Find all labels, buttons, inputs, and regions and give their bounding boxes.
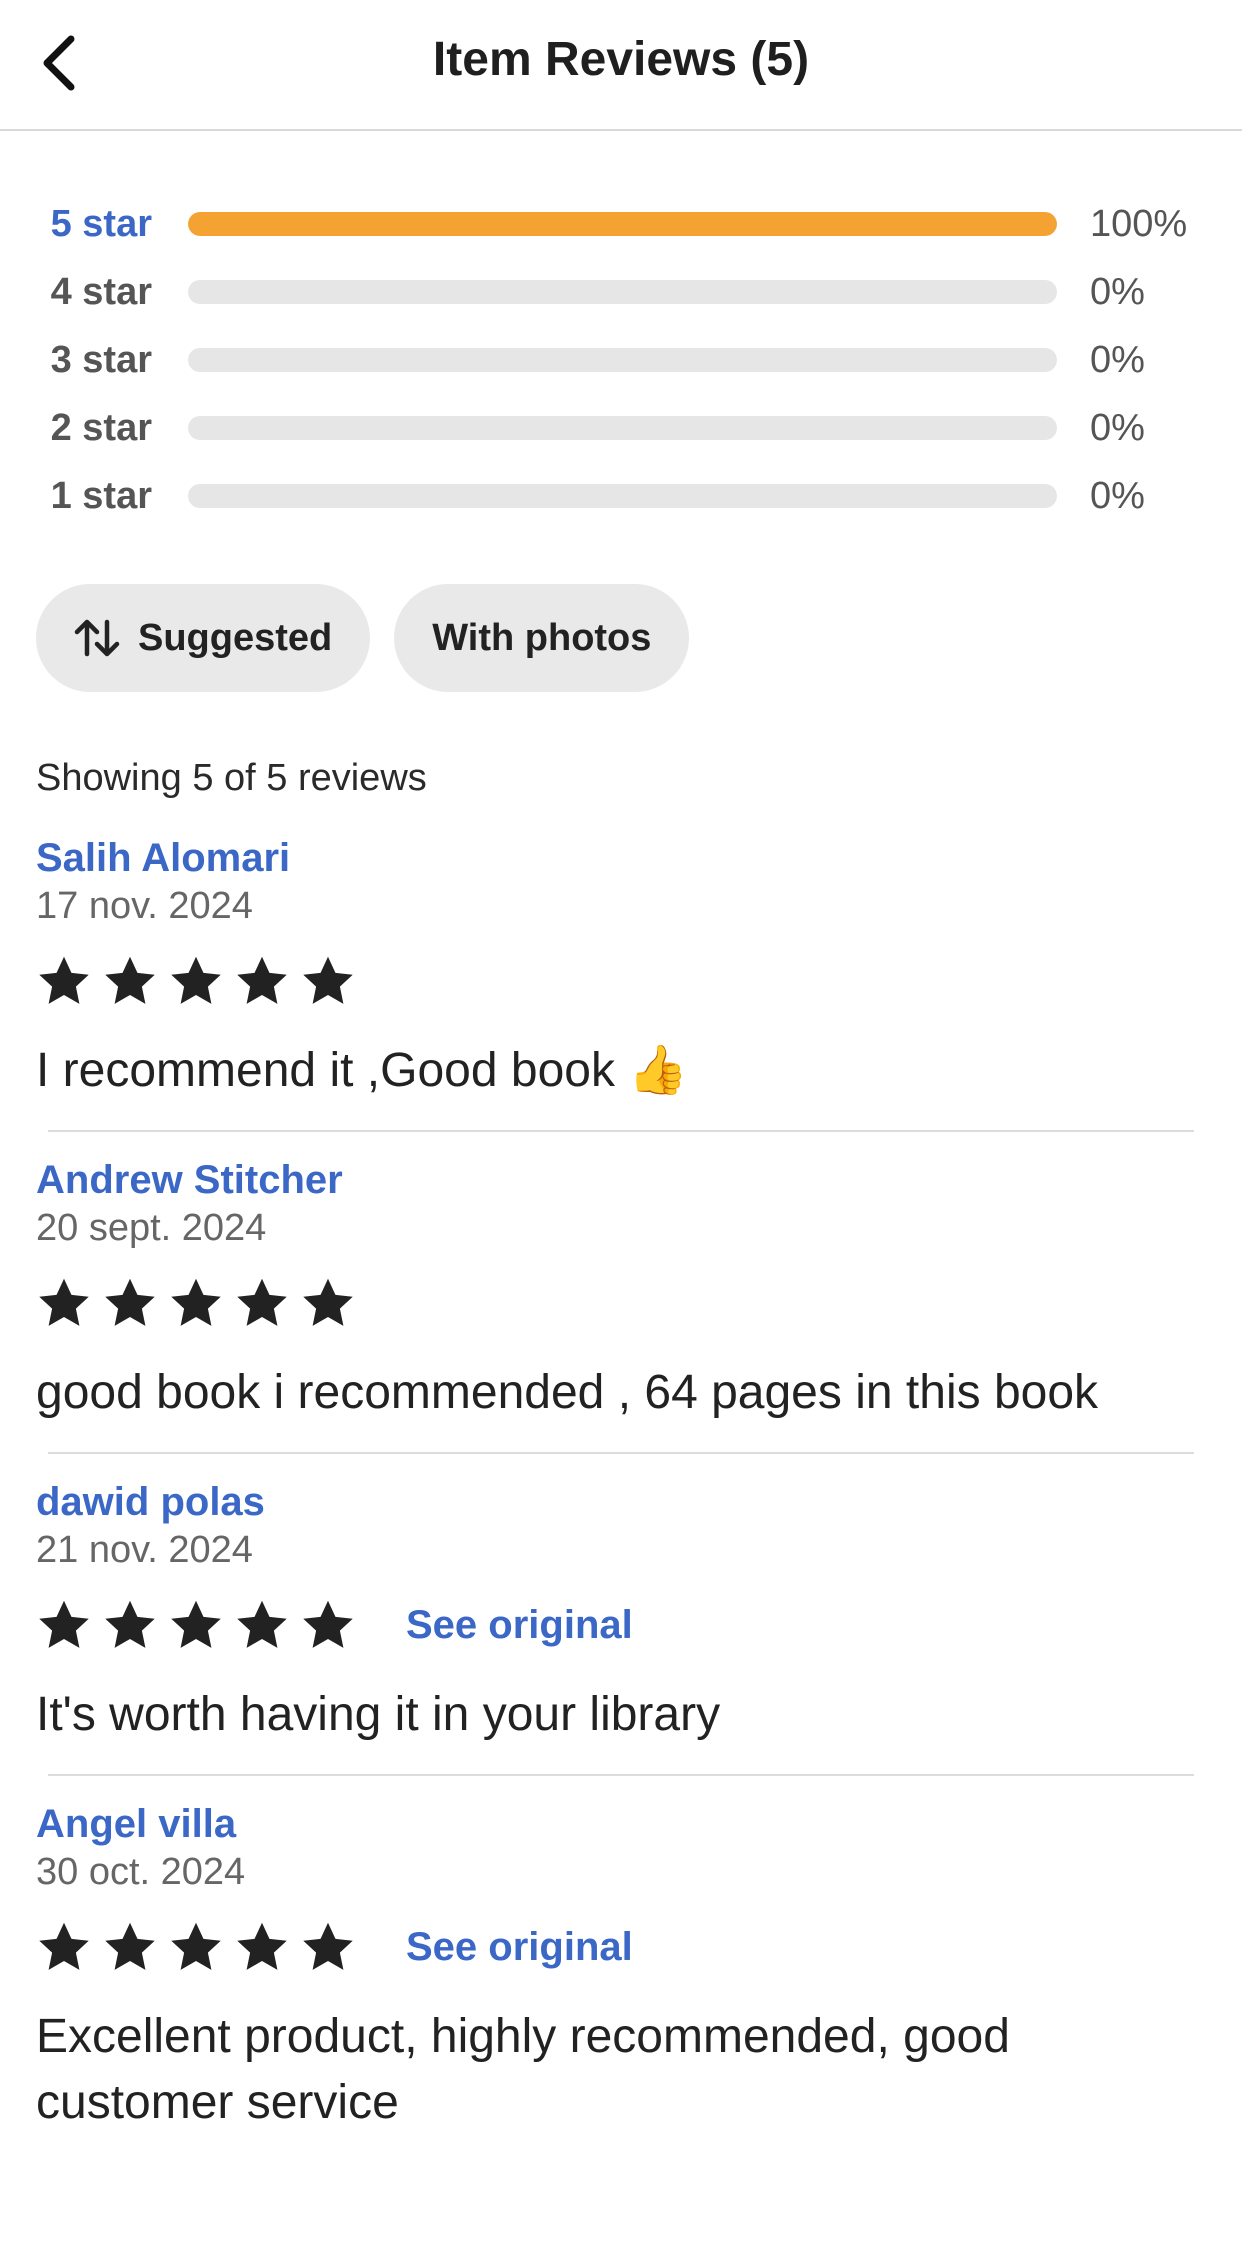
star-icon <box>234 1275 290 1331</box>
star-icon <box>102 1597 158 1653</box>
star-icon <box>234 1597 290 1653</box>
reviewer-name[interactable]: Salih Alomari <box>36 832 290 884</box>
review-divider <box>48 1774 1194 1776</box>
sort-arrows-icon <box>74 618 120 658</box>
histogram-row[interactable]: 4 star 0% <box>0 258 1242 326</box>
star-icon <box>36 1919 92 1975</box>
histogram-row[interactable]: 2 star 0% <box>0 394 1242 462</box>
histogram-percent: 100% <box>1090 202 1188 245</box>
histogram-row[interactable]: 1 star 0% <box>0 462 1242 530</box>
star-rating <box>36 953 356 1009</box>
star-rating <box>36 1919 356 1975</box>
rating-histogram: 5 star 100% 4 star 0% 3 star 0% 2 star 0% 1 star… <box>0 190 1242 530</box>
star-icon <box>234 953 290 1009</box>
review-date: 20 sept. 2024 <box>36 1207 267 1249</box>
review-rating <box>36 1258 1206 1348</box>
review-text: It's worth having it in your library <box>36 1688 721 1741</box>
sort-label: Suggested <box>138 616 333 659</box>
histogram-label: 2 star <box>50 406 152 449</box>
review-rating <box>36 936 1206 1026</box>
review-item: Andrew Stitcher 20 sept. 2024 good book i … <box>0 1154 1242 1426</box>
star-icon <box>234 1919 290 1975</box>
histogram-bar-track <box>188 280 1057 304</box>
histogram-bar-track <box>188 416 1057 440</box>
review-text: good book i recommended , 64 pages in th… <box>36 1366 1099 1419</box>
review-divider <box>48 1452 1194 1454</box>
histogram-percent: 0% <box>1090 270 1145 313</box>
with-photos-filter[interactable]: With photos <box>394 584 690 692</box>
star-icon <box>300 1597 356 1653</box>
histogram-label: 5 star <box>50 202 152 245</box>
star-icon <box>168 1275 224 1331</box>
star-rating <box>36 1275 356 1331</box>
histogram-bar-fill <box>188 212 1057 236</box>
review-item: Angel villa 30 oct. 2024 See original Excel… <box>0 1798 1242 2136</box>
star-rating <box>36 1597 356 1653</box>
review-text: I recommend it ,Good book 👍 <box>36 1044 689 1097</box>
star-icon <box>102 953 158 1009</box>
review-text: Excellent product, highly recommended, g… <box>36 2010 1010 2129</box>
histogram-row[interactable]: 3 star 0% <box>0 326 1242 394</box>
with-photos-label: With photos <box>432 616 652 659</box>
histogram-label: 4 star <box>50 270 152 313</box>
page-title: Item Reviews (5) <box>432 33 810 86</box>
histogram-label: 1 star <box>50 474 152 517</box>
star-icon <box>36 1275 92 1331</box>
star-icon <box>102 1275 158 1331</box>
showing-count: Showing 5 of 5 reviews <box>36 757 427 799</box>
review-item: Salih Alomari 17 nov. 2024 I recommend it … <box>0 832 1242 1104</box>
review-rating: See original <box>36 1902 1206 1992</box>
reviewer-name[interactable]: dawid polas <box>36 1476 265 1528</box>
histogram-percent: 0% <box>1090 338 1145 381</box>
review-date: 30 oct. 2024 <box>36 1851 246 1893</box>
histogram-percent: 0% <box>1090 474 1145 517</box>
histogram-label: 3 star <box>50 338 152 381</box>
reviewer-name[interactable]: Angel villa <box>36 1798 236 1850</box>
reviewer-name[interactable]: Andrew Stitcher <box>36 1154 343 1206</box>
star-icon <box>102 1919 158 1975</box>
star-icon <box>168 1597 224 1653</box>
star-icon <box>168 1919 224 1975</box>
histogram-bar-track <box>188 484 1057 508</box>
star-icon <box>36 1597 92 1653</box>
see-original-link[interactable]: See original <box>406 1603 633 1648</box>
filter-chips: Suggested With photos <box>36 584 690 692</box>
review-rating: See original <box>36 1580 1206 1670</box>
star-icon <box>36 953 92 1009</box>
histogram-row[interactable]: 5 star 100% <box>0 190 1242 258</box>
review-item: dawid polas 21 nov. 2024 See original It's … <box>0 1476 1242 1748</box>
reviews-page: Item Reviews (5) 5 star 100% 4 star 0% 3 sta… <box>0 0 1242 2268</box>
star-icon <box>300 953 356 1009</box>
review-date: 21 nov. 2024 <box>36 1529 253 1571</box>
star-icon <box>168 953 224 1009</box>
review-list: Salih Alomari 17 nov. 2024 I recommend it … <box>0 832 1242 2136</box>
histogram-bar-track <box>188 348 1057 372</box>
sort-suggested-button[interactable]: Suggested <box>36 584 371 692</box>
review-date: 17 nov. 2024 <box>36 885 253 927</box>
star-icon <box>300 1275 356 1331</box>
see-original-link[interactable]: See original <box>406 1925 633 1970</box>
histogram-bar-track <box>188 212 1057 236</box>
star-icon <box>300 1919 356 1975</box>
review-divider <box>48 1130 1194 1132</box>
histogram-percent: 0% <box>1090 406 1145 449</box>
header: Item Reviews (5) <box>0 0 1242 131</box>
